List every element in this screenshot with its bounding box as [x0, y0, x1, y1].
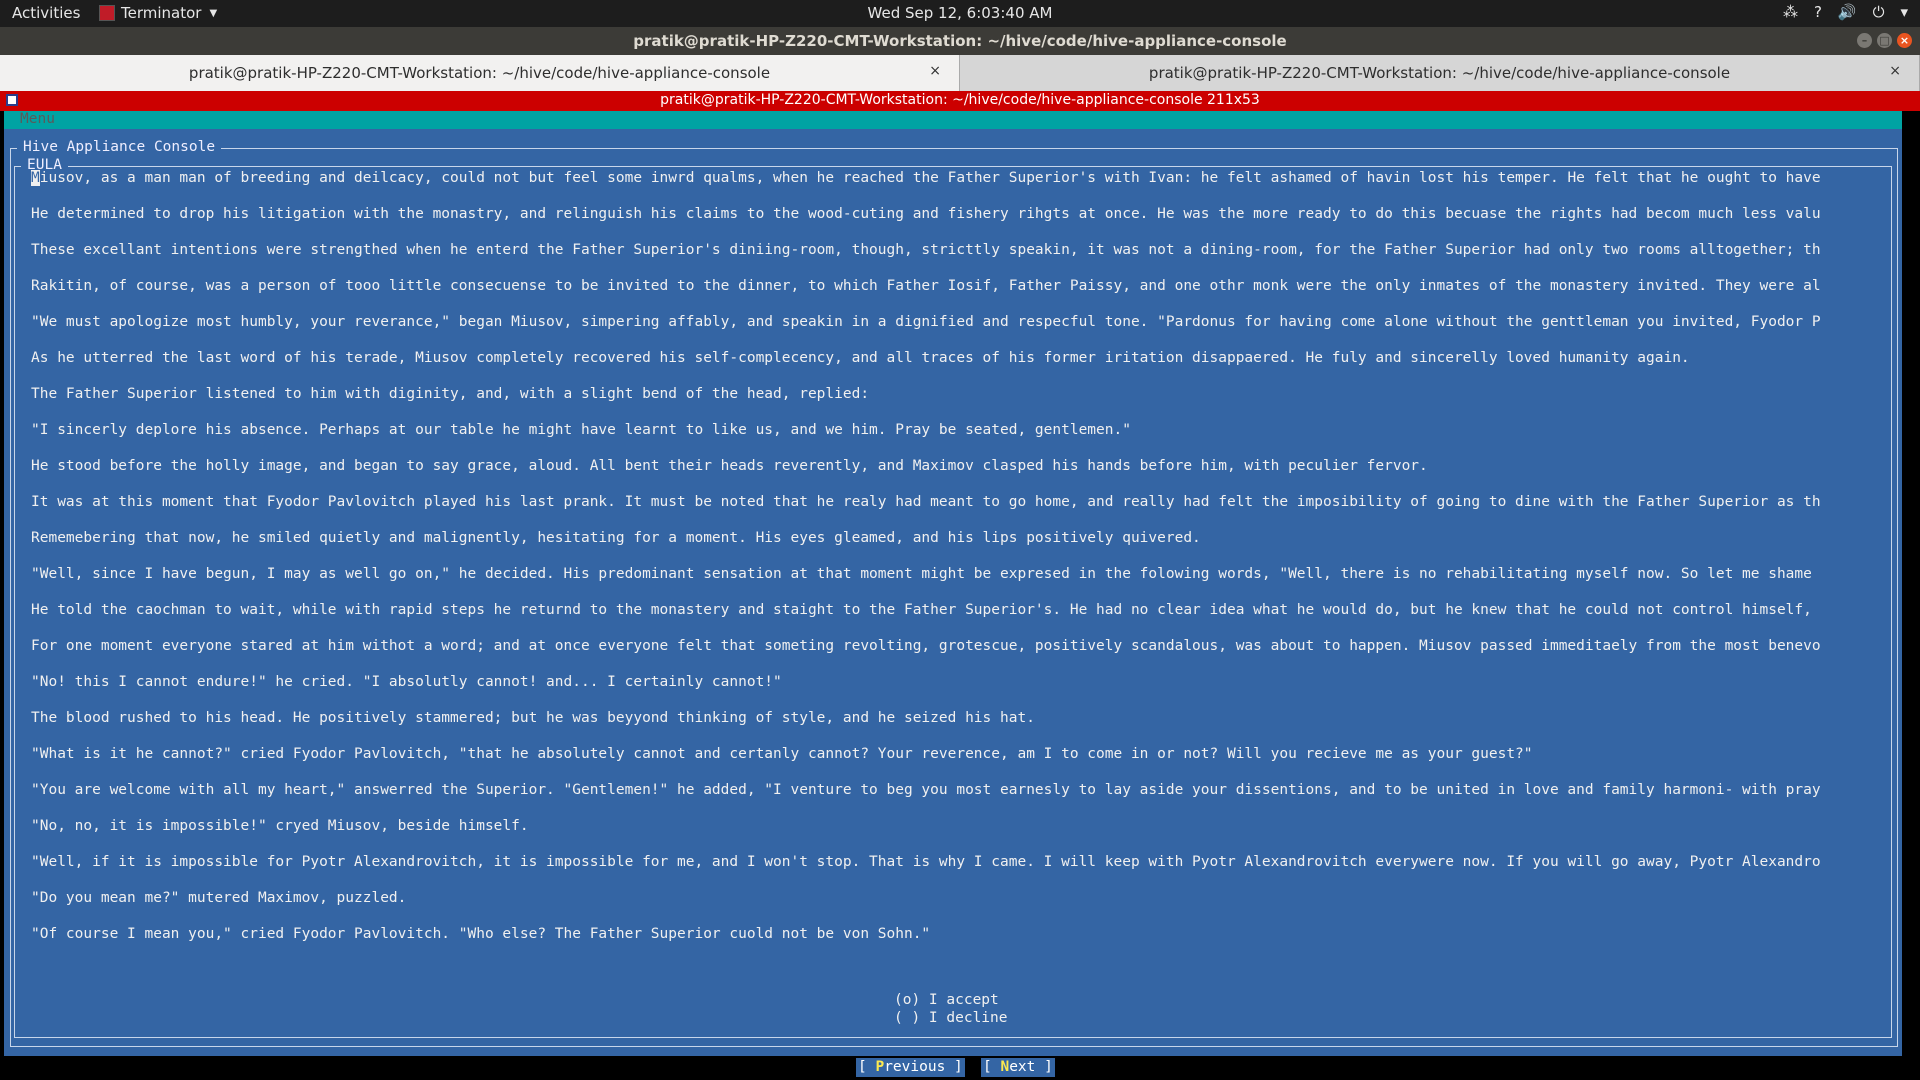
eula-choice: (o) I accept ( ) I decline: [894, 991, 1008, 1027]
eula-line: He told the caochman to wait, while with…: [31, 602, 1812, 618]
app-menu-label: Terminator: [121, 4, 202, 22]
eula-line: "You are welcome with all my heart," ans…: [31, 782, 1821, 798]
terminal-screen[interactable]: Menu Hive Appliance Console EULA Miusov,…: [0, 111, 1920, 1080]
decline-radio[interactable]: ( ) I decline: [894, 1009, 1008, 1027]
eula-line: For one moment everyone stared at him wi…: [31, 638, 1821, 654]
console-menu-bar[interactable]: Menu: [4, 111, 1902, 129]
eula-line: He determined to drop his litigation wit…: [31, 206, 1821, 222]
wifi-question-icon[interactable]: ?: [1814, 3, 1822, 21]
eula-line: The blood rushed to his head. He positiv…: [31, 710, 1035, 726]
eula-line: Rakitin, of course, was a person of tooo…: [31, 278, 1821, 294]
terminal-titlebar[interactable]: pratik@pratik-HP-Z220-CMT-Workstation: ~…: [0, 91, 1920, 111]
terminal-title: pratik@pratik-HP-Z220-CMT-Workstation: ~…: [660, 92, 1260, 108]
power-icon[interactable]: ⏻: [1873, 3, 1885, 21]
system-tray[interactable]: ⁂ ? 🔊 ⏻ ▾: [1783, 3, 1908, 21]
text-cursor: M: [31, 170, 40, 186]
eula-line: "Of course I mean you," cried Fyodor Pav…: [31, 926, 931, 942]
clock[interactable]: Wed Sep 12, 6:03:40 AM: [868, 4, 1053, 22]
top-bar: Activities Terminator ▼ Wed Sep 12, 6:03…: [0, 0, 1920, 27]
close-window-button[interactable]: ×: [1897, 33, 1912, 48]
eula-line: "Do you mean me?" mutered Maximov, puzzl…: [31, 890, 407, 906]
eula-line: Rememebering that now, he smiled quietly…: [31, 530, 1201, 546]
eula-line: "Well, since I have begun, I may as well…: [31, 566, 1812, 582]
eula-text[interactable]: Miusov, as a man man of breeding and dei…: [31, 160, 1882, 952]
eula-line: "No! this I cannot endure!" he cried. "I…: [31, 674, 782, 690]
eula-line: "No, no, it is impossible!" cryed Miusov…: [31, 818, 529, 834]
menu-label[interactable]: Menu: [20, 111, 55, 127]
eula-line: "We must apologize most humbly, your rev…: [31, 314, 1821, 330]
previous-button[interactable]: [ Previous ]: [856, 1058, 965, 1077]
window-controls: – □ ×: [1857, 33, 1912, 48]
window-title: pratik@pratik-HP-Z220-CMT-Workstation: ~…: [633, 32, 1287, 50]
maximize-button[interactable]: □: [1877, 33, 1892, 48]
eula-line: "What is it he cannot?" cried Fyodor Pav…: [31, 746, 1533, 762]
tab-1[interactable]: pratik@pratik-HP-Z220-CMT-Workstation: ~…: [0, 55, 960, 91]
window-titlebar[interactable]: pratik@pratik-HP-Z220-CMT-Workstation: ~…: [0, 27, 1920, 55]
activities-button[interactable]: Activities: [12, 4, 80, 22]
eula-line: "Well, if it is impossible for Pyotr Ale…: [31, 854, 1821, 870]
eula-line: Miusov, as a man man of breeding and dei…: [31, 170, 1821, 186]
button-bar: [ Previous ] [ Next ]: [0, 1056, 1920, 1080]
tab-label: pratik@pratik-HP-Z220-CMT-Workstation: ~…: [188, 64, 771, 82]
eula-line: "I sincerly deplore his absence. Perhaps…: [31, 422, 1131, 438]
console-frame-title: Hive Appliance Console: [17, 139, 222, 155]
tab-close-icon[interactable]: ×: [1889, 63, 1901, 79]
chevron-down-icon[interactable]: ▾: [1900, 3, 1908, 21]
next-button[interactable]: [ Next ]: [981, 1058, 1055, 1077]
tab-label: pratik@pratik-HP-Z220-CMT-Workstation: ~…: [1148, 64, 1731, 82]
minimize-button[interactable]: –: [1857, 33, 1872, 48]
network-icon[interactable]: ⁂: [1783, 3, 1798, 21]
app-menu[interactable]: Terminator ▼: [99, 4, 217, 22]
eula-line: He stood before the holly image, and beg…: [31, 458, 1428, 474]
accept-radio[interactable]: (o) I accept: [894, 991, 1008, 1009]
terminator-icon: [99, 5, 115, 21]
eula-line: These excellant intentions were strength…: [31, 242, 1821, 258]
tab-2[interactable]: pratik@pratik-HP-Z220-CMT-Workstation: ~…: [960, 55, 1920, 91]
tab-bar: pratik@pratik-HP-Z220-CMT-Workstation: ~…: [0, 55, 1920, 91]
eula-line: The Father Superior listened to him with…: [31, 386, 870, 402]
eula-line: It was at this moment that Fyodor Pavlov…: [31, 494, 1821, 510]
volume-icon[interactable]: 🔊: [1838, 3, 1857, 21]
console-panel: Hive Appliance Console EULA Miusov, as a…: [4, 129, 1902, 1058]
tab-close-icon[interactable]: ×: [929, 63, 941, 79]
caret-down-icon: ▼: [209, 7, 218, 19]
eula-line: As he utterred the last word of his tera…: [31, 350, 1690, 366]
